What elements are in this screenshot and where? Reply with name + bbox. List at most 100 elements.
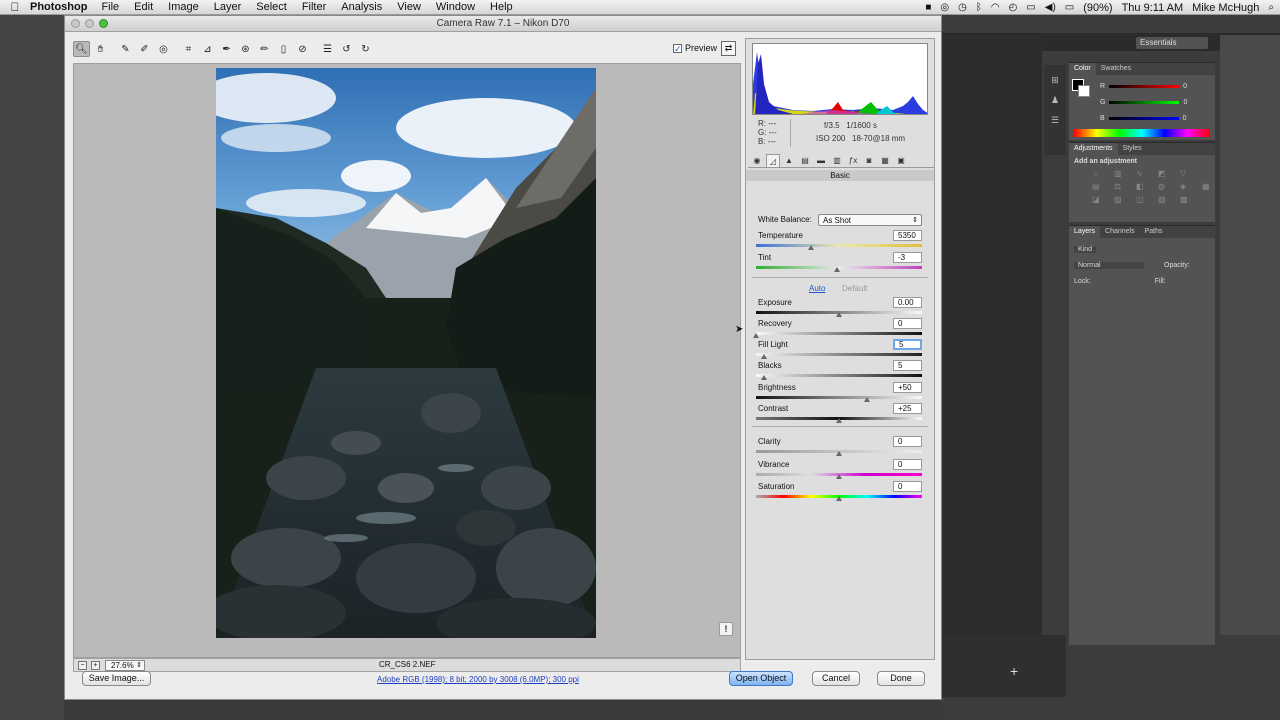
mixer-icon[interactable]: ◈	[1180, 182, 1190, 191]
hand-tool-icon[interactable]: ✋︎	[92, 41, 109, 57]
levels-icon[interactable]: ▥	[1114, 169, 1124, 178]
menu-image[interactable]: Image	[168, 1, 199, 13]
recovery-slider[interactable]	[756, 332, 922, 335]
menu-select[interactable]: Select	[256, 1, 287, 13]
fullscreen-icon[interactable]: ⇄	[721, 41, 736, 56]
tab-tone-curve-icon[interactable]: ◿	[766, 154, 780, 167]
straighten-tool-icon[interactable]: ⊿	[199, 41, 216, 57]
zoom-icon[interactable]	[99, 19, 108, 28]
time-machine-icon[interactable]: ◴	[1009, 2, 1018, 13]
gradient-map-icon[interactable]: ▧	[1158, 195, 1168, 204]
image-preview-area[interactable]: !	[73, 63, 741, 658]
saturation-input[interactable]: 0	[893, 481, 922, 492]
tab-color[interactable]: Color	[1069, 63, 1096, 75]
menu-window[interactable]: Window	[436, 1, 475, 13]
layer-filter-kind[interactable]: Kind	[1074, 245, 1097, 253]
adjustment-brush-icon[interactable]: ✏︎	[256, 41, 273, 57]
zoom-tool-icon[interactable]: 🔍︎	[73, 41, 90, 57]
tab-detail-icon[interactable]: ▲	[782, 154, 796, 167]
clock-icon[interactable]: ◷	[958, 2, 967, 13]
menu-file[interactable]: File	[101, 1, 119, 13]
color-spectrum[interactable]	[1074, 129, 1210, 137]
display-icon[interactable]: ▭	[1026, 2, 1035, 13]
graduated-filter-icon[interactable]: ▯	[275, 41, 292, 57]
warning-icon[interactable]: !	[719, 622, 733, 636]
volume-icon[interactable]: ◀)	[1045, 2, 1056, 13]
recovery-input[interactable]: 0	[893, 318, 922, 329]
exposure-slider-thumb[interactable]	[836, 312, 842, 317]
menu-layer[interactable]: Layer	[214, 1, 242, 13]
zoom-level-select[interactable]: 27.6%	[105, 659, 145, 671]
tab-effects-icon[interactable]: ƒx	[846, 154, 860, 167]
battery-icon[interactable]: ▭	[1065, 2, 1074, 13]
vibrance-slider-thumb[interactable]	[836, 474, 842, 479]
tint-slider-thumb[interactable]	[834, 267, 841, 272]
tab-styles[interactable]: Styles	[1118, 143, 1147, 155]
balance-icon[interactable]: ⚖	[1114, 182, 1124, 191]
targeted-adjustment-icon[interactable]: ◎	[155, 41, 172, 57]
preview-checkbox[interactable]: ✓	[673, 43, 682, 53]
tab-camera-calibration-icon[interactable]: ◙	[862, 154, 876, 167]
history-icon[interactable]: ⊞	[1048, 75, 1062, 85]
white-balance-tool-icon[interactable]: ✎	[117, 41, 134, 57]
preferences-icon[interactable]: ☰	[319, 41, 336, 57]
rotate-left-icon[interactable]: ↺	[338, 41, 355, 57]
fill-light-slider[interactable]	[756, 353, 922, 356]
bluetooth-icon[interactable]: ᛒ	[976, 2, 982, 13]
properties-icon[interactable]: ☰	[1048, 115, 1062, 125]
menu-view[interactable]: View	[397, 1, 421, 13]
tab-channels[interactable]: Channels	[1100, 226, 1140, 238]
brightness-input[interactable]: +50	[893, 382, 922, 393]
menu-app-name[interactable]: Photoshop	[30, 1, 87, 13]
blend-mode-select[interactable]: Normal	[1074, 261, 1144, 269]
wifi-icon[interactable]: ◠	[991, 2, 1000, 13]
temperature-slider-thumb[interactable]	[807, 245, 814, 250]
menubar-clock[interactable]: Thu 9:11 AM	[1122, 2, 1184, 14]
blacks-slider[interactable]	[756, 374, 922, 377]
background-color-swatch[interactable]	[1078, 85, 1090, 97]
curves-icon[interactable]: ∿	[1136, 169, 1146, 178]
close-icon[interactable]	[71, 19, 80, 28]
tab-snapshots-icon[interactable]: ▣	[894, 154, 908, 167]
tab-paths[interactable]: Paths	[1140, 226, 1168, 238]
menu-analysis[interactable]: Analysis	[341, 1, 382, 13]
lookup-icon[interactable]: ▦	[1202, 182, 1212, 191]
contrast-slider-thumb[interactable]	[836, 418, 842, 423]
clarity-slider-thumb[interactable]	[836, 451, 842, 456]
vibrance-icon[interactable]: ▽	[1180, 169, 1190, 178]
add-icon[interactable]: +	[1010, 663, 1018, 679]
radial-filter-icon[interactable]: ⊘	[294, 41, 311, 57]
red-slider[interactable]	[1109, 84, 1180, 88]
menu-edit[interactable]: Edit	[134, 1, 153, 13]
apple-icon[interactable]: 	[0, 0, 30, 14]
minimize-icon[interactable]	[85, 19, 94, 28]
blue-slider[interactable]	[1108, 116, 1179, 120]
tab-swatches[interactable]: Swatches	[1096, 63, 1136, 75]
contrast-input[interactable]: +25	[893, 403, 922, 414]
menu-filter[interactable]: Filter	[302, 1, 326, 13]
zoom-in-icon[interactable]: +	[91, 660, 100, 670]
selective-color-icon[interactable]: ▩	[1180, 195, 1190, 204]
posterize-icon[interactable]: ▨	[1114, 195, 1124, 204]
auto-link[interactable]: Auto	[809, 284, 825, 293]
fill-light-slider-thumb[interactable]	[761, 354, 768, 359]
done-button[interactable]: Done	[877, 671, 925, 686]
brightness-slider[interactable]	[756, 396, 922, 399]
actions-icon[interactable]: ♟	[1048, 95, 1062, 105]
cancel-button[interactable]: Cancel	[812, 671, 860, 686]
spot-removal-icon[interactable]: ✒	[218, 41, 235, 57]
tab-presets-icon[interactable]: ▦	[878, 154, 892, 167]
fill-light-input[interactable]: 5	[893, 339, 922, 350]
photo-filter-icon[interactable]: ◍	[1158, 182, 1168, 191]
tab-hsl-icon[interactable]: ▤	[798, 154, 812, 167]
crop-tool-icon[interactable]: ⌗	[180, 41, 197, 57]
workspace-switcher[interactable]: Essentials	[1136, 37, 1208, 49]
invert-icon[interactable]: ◪	[1092, 195, 1102, 204]
workflow-options-link[interactable]: Adobe RGB (1998); 8 bit; 2000 by 3008 (6…	[377, 675, 579, 684]
lifebuoy-icon[interactable]: ◎	[940, 2, 949, 13]
zoom-out-icon[interactable]: −	[78, 660, 87, 670]
brightness-icon[interactable]: ☼	[1092, 169, 1102, 178]
saturation-slider-thumb[interactable]	[836, 496, 842, 501]
camera-icon[interactable]: ■	[925, 2, 931, 13]
tab-lens-corrections-icon[interactable]: ▥	[830, 154, 844, 167]
